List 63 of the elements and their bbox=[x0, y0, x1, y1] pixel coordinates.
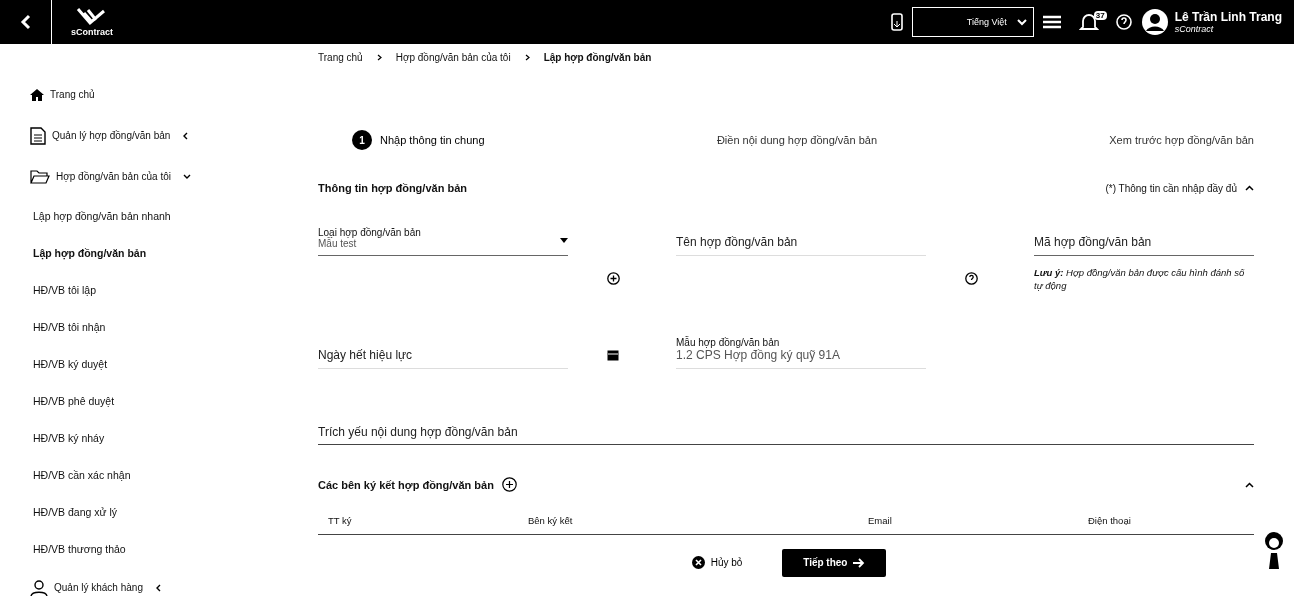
breadcrumb-link[interactable]: Trang chủ bbox=[318, 51, 363, 63]
sidebar-item[interactable]: HĐ/VB phê duyệt bbox=[30, 382, 290, 419]
step[interactable]: 1 Nhập thông tin chung bbox=[352, 130, 485, 150]
contract-type-select[interactable]: Loại hợp đồng/văn bản Mẫu test bbox=[318, 216, 568, 256]
breadcrumb-link[interactable]: Hợp đồng/văn bản của tôi bbox=[395, 51, 511, 63]
breadcrumb-link[interactable]: Lập hợp đồng/văn bản bbox=[543, 51, 652, 63]
name-field[interactable]: Tên hợp đồng/văn bản bbox=[676, 216, 926, 256]
chevron-right-icon bbox=[524, 53, 530, 61]
next-button[interactable]: Tiếp theo bbox=[782, 548, 887, 577]
step[interactable]: Điền nội dung hợp đồng/văn bản bbox=[716, 134, 877, 146]
mobile-download-icon[interactable] bbox=[890, 13, 903, 31]
column-header: TT ký bbox=[328, 514, 353, 526]
sidebar-item[interactable]: Trang chủ bbox=[30, 74, 290, 115]
list-icon[interactable] bbox=[1042, 15, 1061, 29]
chevron-right-icon bbox=[376, 53, 382, 61]
sidebar-item[interactable]: Quản lý hợp đồng/văn bản bbox=[30, 115, 290, 156]
sidebar-item[interactable]: HĐ/VB ký duyệt bbox=[30, 345, 290, 382]
arrow-right-icon bbox=[853, 557, 866, 568]
required-note: (*) Thông tin cần nhập đầy đủ bbox=[1105, 182, 1237, 194]
chevron-down-icon bbox=[1016, 18, 1027, 26]
help-icon[interactable] bbox=[1115, 14, 1132, 30]
avatar-icon[interactable] bbox=[1140, 8, 1169, 36]
column-header: Email bbox=[868, 514, 893, 526]
sidebar-item[interactable]: HĐ/VB tôi lập bbox=[30, 271, 290, 308]
code-field[interactable]: Mã hợp đồng/văn bản bbox=[1034, 216, 1254, 256]
language-select[interactable]: Tiếng Việt bbox=[911, 7, 1034, 37]
section-title: Thông tin hợp đồng/văn bản bbox=[318, 182, 467, 194]
sidebar-item[interactable]: Quản lý khách hàng bbox=[30, 567, 290, 608]
calendar-icon[interactable] bbox=[607, 348, 619, 361]
sidebar-item[interactable]: HĐ/VB tôi nhận bbox=[30, 308, 290, 345]
user-organization: sContract bbox=[1174, 24, 1215, 34]
document-icon bbox=[30, 126, 46, 145]
step[interactable]: Xem trước hợp đồng/văn bản bbox=[1109, 134, 1254, 146]
cancel-button[interactable]: Hủy bỏ bbox=[685, 555, 749, 571]
notification-count: 37 bbox=[1093, 10, 1107, 20]
handshake-logo-icon bbox=[76, 7, 108, 27]
sidebar-item[interactable]: HĐ/VB ký nháy bbox=[30, 419, 290, 456]
sidebar-item[interactable]: HĐ/VB cần xác nhận bbox=[30, 456, 290, 493]
user-name: Lê Trần Linh Trang bbox=[1174, 10, 1282, 24]
home-icon bbox=[30, 88, 44, 101]
folder-icon bbox=[30, 169, 50, 184]
sidebar-item[interactable]: Hợp đồng/văn bản của tôi bbox=[30, 156, 290, 197]
sidebar-item[interactable]: HĐ/VB thương thảo bbox=[30, 530, 290, 567]
expiry-date-field[interactable]: Ngày hết hiệu lực bbox=[318, 320, 568, 369]
column-header: Điện thoại bbox=[1088, 514, 1132, 526]
dropdown-arrow-icon bbox=[560, 238, 568, 243]
add-icon[interactable] bbox=[607, 271, 620, 285]
column-header: Bên ký kết bbox=[528, 514, 574, 526]
user-icon bbox=[30, 579, 48, 596]
step-number: 1 bbox=[352, 130, 372, 150]
help-icon bbox=[965, 271, 978, 285]
sidebar-item[interactable]: Lập hợp đồng/văn bản bbox=[30, 234, 290, 271]
auto-numbering-note: Lưu ý: Hợp đồng/văn bản được cấu hình đánh số tự động bbox=[1034, 266, 1246, 293]
assistant-figure-icon[interactable] bbox=[1264, 531, 1284, 571]
brand-name: sContract bbox=[71, 27, 113, 37]
add-icon[interactable] bbox=[501, 477, 517, 493]
chevron-left-icon bbox=[19, 14, 32, 30]
sidebar-item[interactable]: HĐ/VB đang xử lý bbox=[30, 493, 290, 530]
template-select[interactable]: Mẫu hợp đồng/văn bản 1.2 CPS Hợp đồng ký quỹ 91A bbox=[676, 320, 926, 369]
close-icon bbox=[691, 556, 705, 570]
summary-field[interactable]: Trích yếu nội dung hợp đồng/văn bản bbox=[318, 410, 1254, 445]
sidebar-item[interactable]: Lập hợp đồng/văn bản nhanh bbox=[30, 197, 290, 234]
parties-title: Các bên ký kết hợp đồng/văn bản bbox=[318, 477, 517, 493]
